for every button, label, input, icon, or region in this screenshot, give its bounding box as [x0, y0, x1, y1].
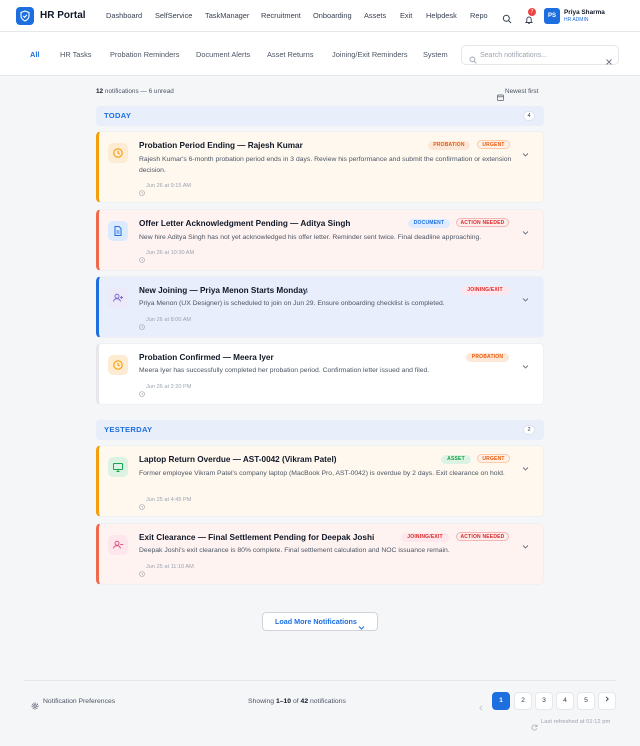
user-name[interactable]: Priya Sharma — [564, 9, 605, 17]
date-group-today — [96, 106, 544, 126]
time-icon — [139, 497, 145, 510]
notification-description: New hire Aditya Singh has not yet acknow… — [139, 234, 482, 241]
notifications-summary: 12 notifications — 6 unread — [96, 88, 174, 95]
monitor-icon — [108, 457, 128, 477]
footer-divider — [24, 680, 616, 681]
notification-title[interactable]: Exit Clearance — Final Settlement Pendin… — [139, 533, 374, 543]
notification-time: Jun 26 at 9:15 AM — [146, 183, 192, 189]
gear-icon[interactable] — [31, 697, 39, 710]
notification-title[interactable]: Offer Letter Acknowledgment Pending — Ad… — [139, 219, 350, 229]
tab-all[interactable]: All — [30, 50, 39, 59]
chevron-down-icon[interactable] — [522, 290, 529, 302]
date-group-count: 2 — [523, 425, 535, 435]
time-icon — [139, 250, 145, 263]
notification-description: Meera Iyer has successfully completed he… — [139, 367, 430, 374]
notification-count-badge: 7 — [528, 8, 536, 16]
shield-logo-icon[interactable] — [16, 7, 34, 25]
tab-hr-tasks[interactable]: HR Tasks — [60, 50, 92, 59]
notification-title[interactable]: Probation Period Ending — Rajesh Kumar — [139, 141, 303, 151]
document-icon — [108, 221, 128, 241]
load-more-label[interactable]: Load More Notifications — [275, 617, 357, 626]
next-page-button[interactable] — [598, 692, 616, 710]
user-minus-icon — [108, 535, 128, 555]
page-5-button[interactable]: 5 — [577, 692, 595, 710]
pagination-summary: Showing 1–10 of 42 notifications — [248, 698, 346, 705]
nav-repo[interactable]: Repo — [470, 11, 488, 21]
nav-taskmanager[interactable]: TaskManager — [205, 11, 249, 21]
search-input[interactable]: Search notifications... — [480, 51, 600, 60]
nav-dashboard[interactable]: Dashboard — [106, 11, 142, 21]
chevron-down-icon[interactable] — [522, 537, 529, 549]
notification-preferences-link[interactable]: Notification Preferences — [43, 697, 115, 706]
last-refreshed: Last refreshed at 01:12 pm — [541, 719, 611, 725]
notification-time: Jun 26 at 2:20 PM — [146, 384, 192, 390]
clock-icon — [108, 143, 128, 163]
page-2-button[interactable]: 2 — [514, 692, 532, 710]
date-group-count: 4 — [523, 111, 535, 121]
nav-assets[interactable]: Assets — [364, 11, 386, 21]
tag-urgent: URGENT — [477, 140, 510, 149]
page-1-button[interactable]: 1 — [492, 692, 510, 710]
user-role: HR ADMIN — [564, 17, 589, 23]
tag-joining-exit: JOINING/EXIT — [461, 286, 509, 295]
avatar[interactable]: PS — [544, 8, 560, 24]
notification-title[interactable]: New Joining — Priya Menon Starts Monday — [139, 286, 307, 296]
user-plus-icon — [108, 288, 128, 308]
tag-probation: PROBATION — [428, 141, 470, 150]
chevron-down-icon[interactable] — [522, 357, 529, 369]
time-icon — [139, 317, 145, 330]
notification-description: Priya Menon (UX Designer) is scheduled t… — [139, 300, 445, 307]
page-3-button[interactable]: 3 — [535, 692, 553, 710]
tab-joining-exit-reminders[interactable]: Joining/Exit Reminders — [332, 50, 408, 59]
unread-dot — [305, 290, 308, 293]
tag-document: DOCUMENT — [408, 219, 450, 228]
chevron-down-icon[interactable] — [522, 145, 529, 157]
date-group-label: YESTERDAY — [104, 425, 153, 434]
sort-dropdown[interactable]: Newest first — [505, 88, 538, 96]
notification-time: Jun 26 at 8:00 AM — [146, 317, 192, 323]
time-icon — [139, 564, 145, 577]
chevron-left-icon[interactable] — [478, 698, 484, 711]
nav-onboarding[interactable]: Onboarding — [313, 11, 352, 21]
tag-action-needed: ACTION NEEDED — [456, 532, 509, 541]
tag-urgent: URGENT — [477, 454, 510, 463]
date-group-label: TODAY — [104, 111, 132, 120]
chevron-right-icon — [605, 696, 609, 702]
tag-asset: ASSET — [441, 455, 471, 464]
search-icon[interactable] — [502, 11, 512, 24]
notification-description: Former employee Vikram Patel's company l… — [139, 470, 505, 477]
tag-probation: PROBATION — [466, 353, 509, 362]
app-title[interactable]: HR Portal — [40, 10, 86, 22]
nav-helpdesk[interactable]: Helpdesk — [426, 11, 457, 21]
tab-document-alerts[interactable]: Document Alerts — [196, 50, 250, 59]
time-icon — [139, 183, 145, 196]
clear-search-icon[interactable] — [606, 52, 612, 65]
search-icon — [469, 51, 477, 64]
tag-action-needed: ACTION NEEDED — [456, 218, 509, 227]
chevron-down-icon[interactable] — [522, 459, 529, 471]
nav-exit[interactable]: Exit — [400, 11, 412, 21]
notification-title[interactable]: Probation Confirmed — Meera Iyer — [139, 353, 274, 363]
nav-recruitment[interactable]: Recruitment — [261, 11, 301, 21]
calendar-icon — [497, 88, 504, 101]
date-group-yesterday — [96, 420, 544, 440]
tag-joining-exit: JOINING/EXIT — [401, 533, 449, 542]
tab-asset-returns[interactable]: Asset Returns — [267, 50, 313, 59]
refresh-icon[interactable] — [531, 718, 538, 731]
chevron-down-icon[interactable] — [522, 223, 529, 235]
clock-icon — [108, 355, 128, 375]
notification-description: Rajesh Kumar's 6-month probation period … — [139, 156, 512, 174]
notification-time: Jun 25 at 11:10 AM — [146, 564, 194, 570]
notification-time: Jun 25 at 4:45 PM — [146, 497, 192, 503]
chevron-down-icon[interactable] — [358, 618, 365, 630]
notification-title[interactable]: Laptop Return Overdue — AST-0042 (Vikram… — [139, 455, 336, 465]
nav-selfservice[interactable]: SelfService — [155, 11, 192, 21]
notification-time: Jun 26 at 10:30 AM — [146, 250, 195, 256]
tab-probation-reminders[interactable]: Probation Reminders — [110, 50, 179, 59]
tab-system[interactable]: System — [423, 50, 448, 59]
time-icon — [139, 384, 145, 397]
page-4-button[interactable]: 4 — [556, 692, 574, 710]
notification-description: Deepak Joshi's exit clearance is 80% com… — [139, 547, 450, 554]
